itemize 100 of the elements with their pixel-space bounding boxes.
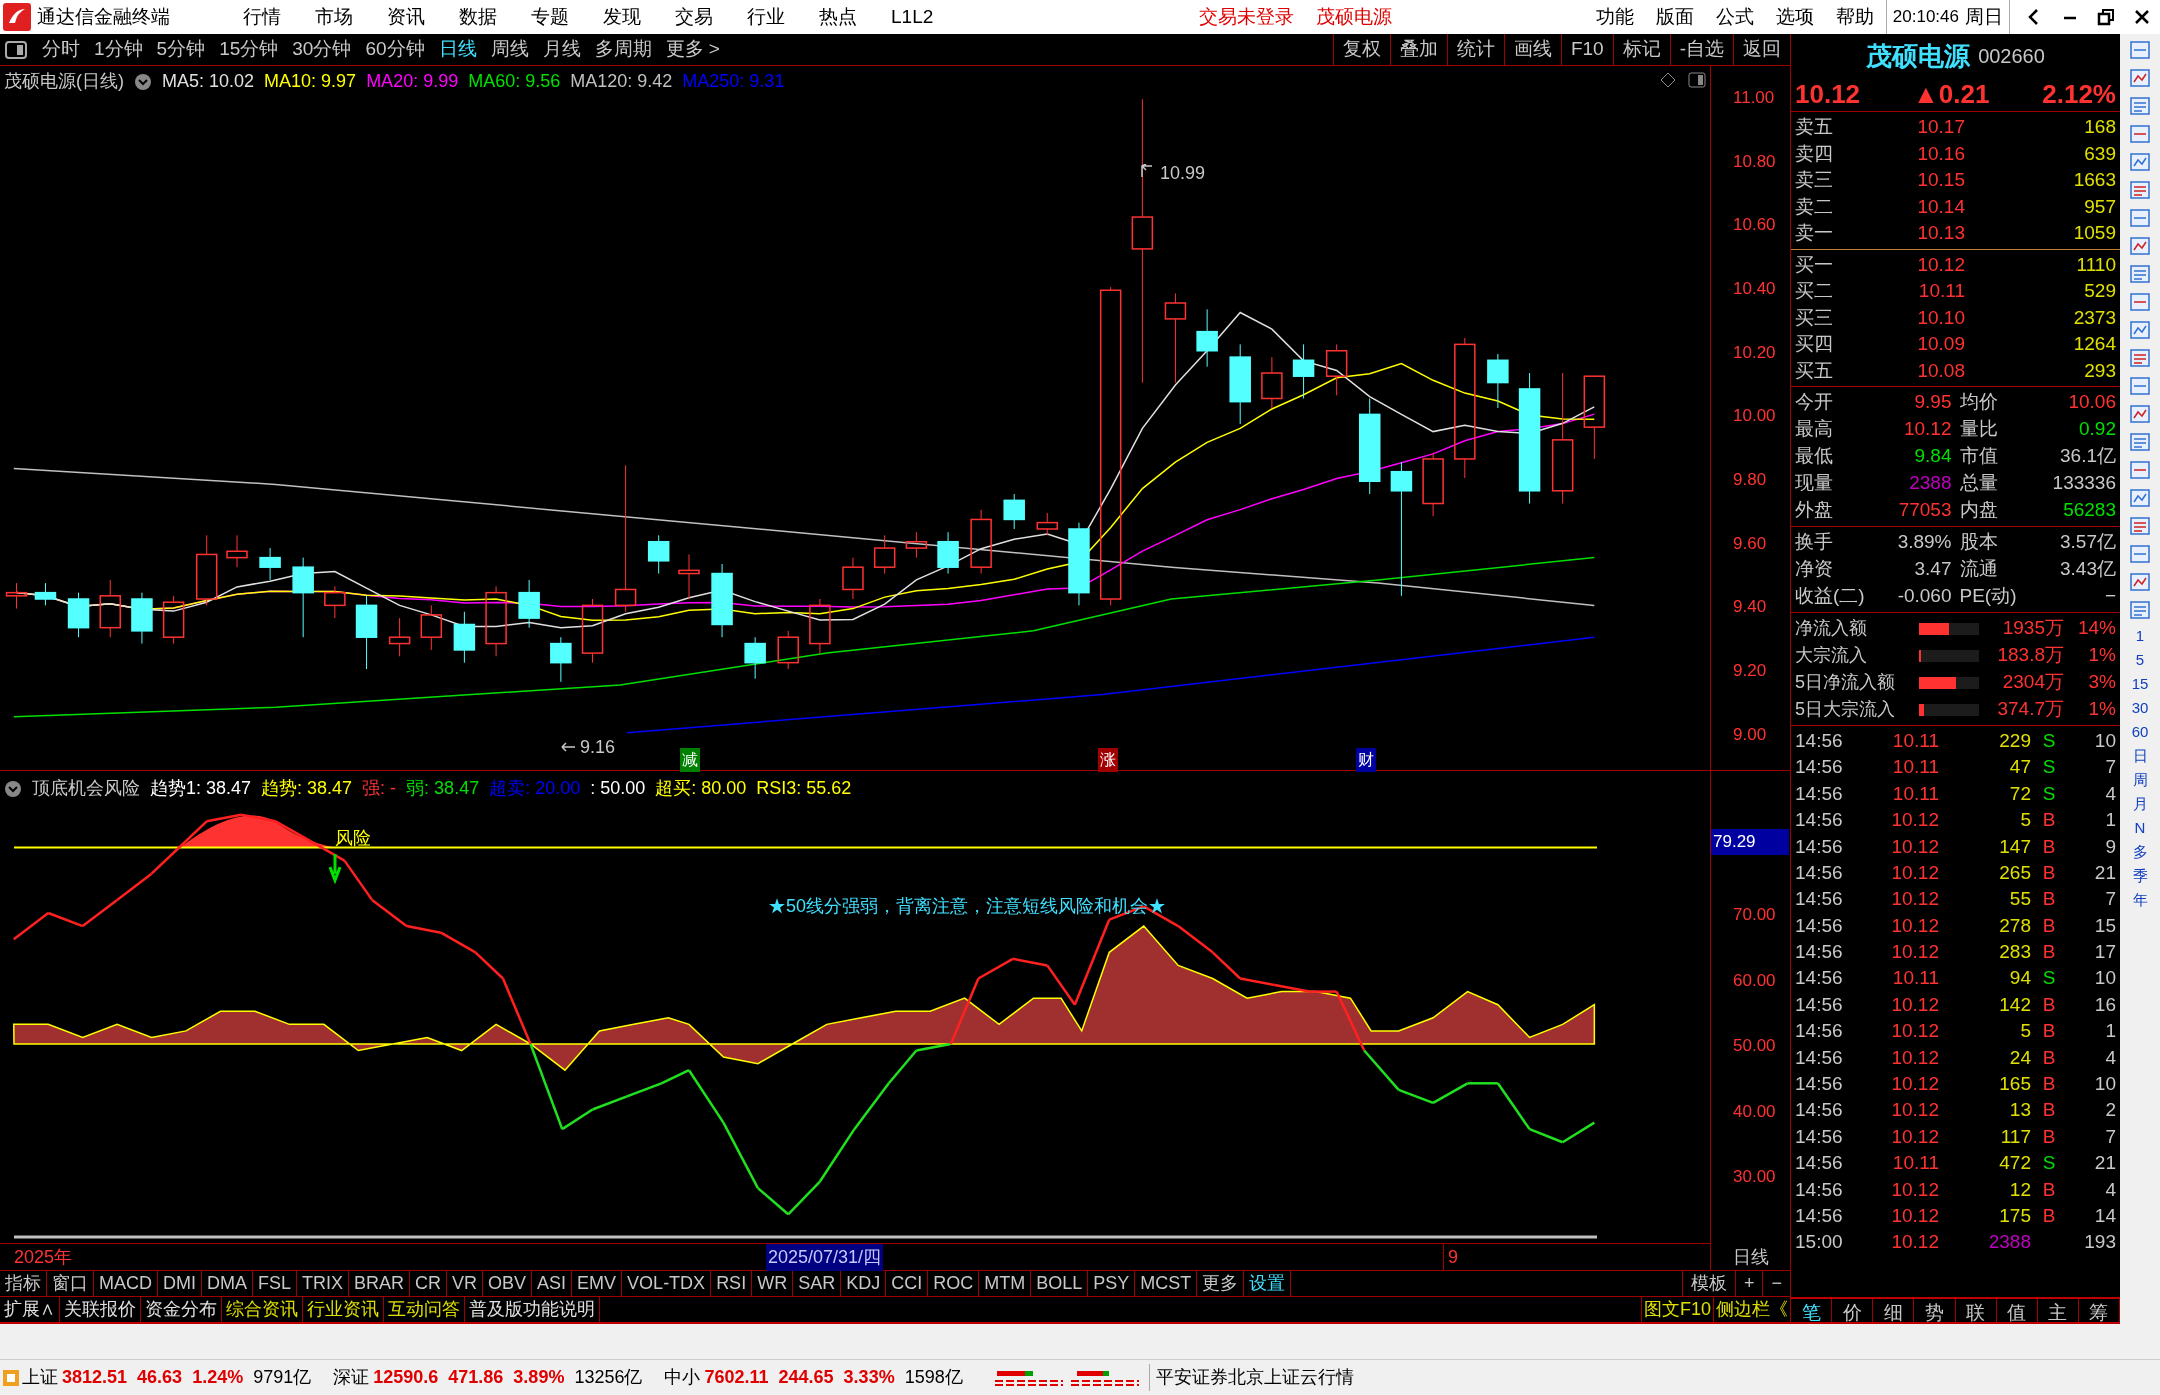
sidebar-period-button[interactable]: 季 bbox=[2132, 868, 2148, 884]
indicator-tab[interactable]: ROC bbox=[928, 1271, 980, 1296]
chart-tool-button[interactable]: 返回 bbox=[1733, 34, 1790, 65]
menu-item[interactable]: 发现 bbox=[597, 2, 647, 32]
extension-tab[interactable]: 关联报价 bbox=[60, 1297, 141, 1322]
period-tab[interactable]: 60分钟 bbox=[358, 35, 432, 64]
extension-tab[interactable]: 扩展∧ bbox=[0, 1297, 60, 1322]
indicator-tab[interactable]: BRAR bbox=[349, 1271, 411, 1296]
indicator-tab[interactable]: CR bbox=[410, 1271, 448, 1296]
chart-tool-button[interactable]: -自选 bbox=[1669, 34, 1733, 65]
menu-item[interactable]: 行情 bbox=[237, 2, 287, 32]
diamond-icon[interactable] bbox=[1660, 72, 1676, 88]
indicator-tab[interactable]: KDJ bbox=[841, 1271, 887, 1296]
period-tab[interactable]: 更多 > bbox=[658, 35, 727, 64]
period-tab[interactable]: 多周期 bbox=[587, 35, 659, 64]
sidebar-period-button[interactable]: 周 bbox=[2132, 772, 2148, 788]
menu-item[interactable]: 行业 bbox=[741, 2, 791, 32]
sidebar-period-button[interactable]: 30 bbox=[2131, 700, 2149, 716]
extension-tab[interactable]: 综合资讯 bbox=[222, 1297, 303, 1322]
template-button[interactable]: + bbox=[1734, 1271, 1763, 1296]
side-link[interactable]: 图文F10 bbox=[1640, 1297, 1713, 1322]
chart-tool-button[interactable]: F10 bbox=[1560, 34, 1613, 65]
extension-tab[interactable]: 互动问答 bbox=[384, 1297, 465, 1322]
indicator-tab[interactable]: DMA bbox=[202, 1271, 253, 1296]
indicator-tab[interactable]: MACD bbox=[94, 1271, 158, 1296]
chart-tool-button[interactable]: 叠加 bbox=[1389, 34, 1447, 65]
menu-item[interactable]: 资讯 bbox=[381, 2, 431, 32]
period-tab[interactable]: 15分钟 bbox=[212, 35, 286, 64]
menu-item[interactable]: L1L2 bbox=[885, 2, 940, 32]
chart-tool-button[interactable]: 复权 bbox=[1332, 34, 1390, 65]
event-marker[interactable]: 财 bbox=[1356, 748, 1376, 772]
indicator-tab[interactable]: WR bbox=[752, 1271, 794, 1296]
indicator-tab[interactable]: RSI bbox=[711, 1271, 753, 1296]
indicator-tab[interactable]: 指标 bbox=[0, 1271, 47, 1296]
menu-item[interactable]: 选项 bbox=[1771, 2, 1818, 32]
extension-tab[interactable]: 普及版功能说明 bbox=[465, 1297, 600, 1322]
menu-item[interactable]: 版面 bbox=[1651, 2, 1698, 32]
panel-toggle-icon[interactable] bbox=[5, 40, 27, 59]
period-tab[interactable]: 5分钟 bbox=[149, 35, 213, 64]
event-marker[interactable]: 涨 bbox=[1098, 748, 1118, 772]
sidebar-period-button[interactable]: 5 bbox=[2135, 652, 2145, 668]
menu-item[interactable]: 数据 bbox=[453, 2, 503, 32]
indicator-tab[interactable]: CCI bbox=[886, 1271, 929, 1296]
indicator-tab[interactable]: PSY bbox=[1088, 1271, 1136, 1296]
sidebar-period-button[interactable]: N bbox=[2134, 820, 2146, 836]
menu-item[interactable]: 帮助 bbox=[1831, 2, 1878, 32]
menu-item[interactable]: 专题 bbox=[525, 2, 575, 32]
indicator-tab[interactable]: TRIX bbox=[297, 1271, 350, 1296]
extension-tab[interactable]: 资金分布 bbox=[141, 1297, 222, 1322]
sidebar-period-button[interactable]: 多 bbox=[2132, 844, 2148, 860]
panel-toggle-icon[interactable] bbox=[1688, 72, 1706, 88]
quote-tab[interactable]: 联 bbox=[1955, 1299, 1997, 1322]
extension-tab[interactable]: 行业资讯 bbox=[303, 1297, 384, 1322]
template-button[interactable]: 模板 bbox=[1681, 1271, 1735, 1296]
period-tab[interactable]: 1分钟 bbox=[87, 35, 150, 64]
quote-tab[interactable]: 势 bbox=[1914, 1299, 1956, 1322]
period-tab[interactable]: 日线 bbox=[431, 35, 484, 64]
sidebar-period-button[interactable]: 1 bbox=[2135, 628, 2145, 644]
indicator-tab[interactable]: ASI bbox=[532, 1271, 573, 1296]
chart-tool-button[interactable]: 画线 bbox=[1503, 34, 1561, 65]
menu-item[interactable]: 热点 bbox=[813, 2, 863, 32]
quote-tab[interactable]: 笔 bbox=[1791, 1299, 1833, 1322]
menu-item[interactable]: 公式 bbox=[1711, 2, 1758, 32]
template-button[interactable]: − bbox=[1762, 1271, 1790, 1296]
sidebar-period-button[interactable]: 60 bbox=[2131, 724, 2149, 740]
chart-tool-button[interactable]: 统计 bbox=[1446, 34, 1504, 65]
period-tab[interactable]: 周线 bbox=[483, 35, 536, 64]
period-tab[interactable]: 分时 bbox=[35, 35, 87, 64]
menu-item[interactable]: 功能 bbox=[1591, 2, 1638, 32]
indicator-tab[interactable]: EMV bbox=[572, 1271, 623, 1296]
side-link[interactable]: 侧边栏《 bbox=[1713, 1297, 1790, 1322]
period-tab[interactable]: 30分钟 bbox=[285, 35, 359, 64]
indicator-tab[interactable]: MTM bbox=[979, 1271, 1032, 1296]
quote-tab[interactable]: 值 bbox=[1996, 1299, 2038, 1322]
indicator-tab[interactable]: 更多 bbox=[1197, 1271, 1245, 1296]
quote-tab[interactable]: 价 bbox=[1832, 1299, 1874, 1322]
login-status[interactable]: 交易未登录 bbox=[1199, 2, 1295, 32]
indicator-tab[interactable]: FSL bbox=[253, 1271, 297, 1296]
indicator-tab[interactable]: 设置 bbox=[1244, 1271, 1292, 1296]
indicator-tab[interactable]: OBV bbox=[483, 1271, 533, 1296]
restore-icon[interactable] bbox=[2096, 7, 2116, 27]
indicator-tab[interactable]: VOL-TDX bbox=[622, 1271, 712, 1296]
dropdown-icon[interactable] bbox=[4, 779, 22, 798]
sidebar-period-button[interactable]: 年 bbox=[2132, 892, 2148, 908]
period-tab[interactable]: 月线 bbox=[535, 35, 588, 64]
status-icon[interactable] bbox=[2, 1368, 20, 1387]
indicator-tab[interactable]: BOLL bbox=[1031, 1271, 1089, 1296]
sidebar-period-button[interactable]: 日 bbox=[2132, 748, 2148, 764]
dropdown-icon[interactable] bbox=[134, 72, 152, 91]
sidebar-period-button[interactable]: 15 bbox=[2131, 676, 2149, 692]
event-marker[interactable]: 减 bbox=[680, 748, 700, 772]
indicator-tab[interactable]: MCST bbox=[1135, 1271, 1198, 1296]
indicator-tab[interactable]: DMI bbox=[158, 1271, 202, 1296]
quote-tab[interactable]: 主 bbox=[2037, 1299, 2079, 1322]
quote-tab[interactable]: 细 bbox=[1873, 1299, 1915, 1322]
indicator-tab[interactable]: VR bbox=[447, 1271, 484, 1296]
menu-item[interactable]: 市场 bbox=[309, 2, 359, 32]
sidebar-period-button[interactable]: 月 bbox=[2132, 796, 2148, 812]
indicator-tab[interactable]: SAR bbox=[793, 1271, 842, 1296]
menu-item[interactable]: 交易 bbox=[669, 2, 719, 32]
